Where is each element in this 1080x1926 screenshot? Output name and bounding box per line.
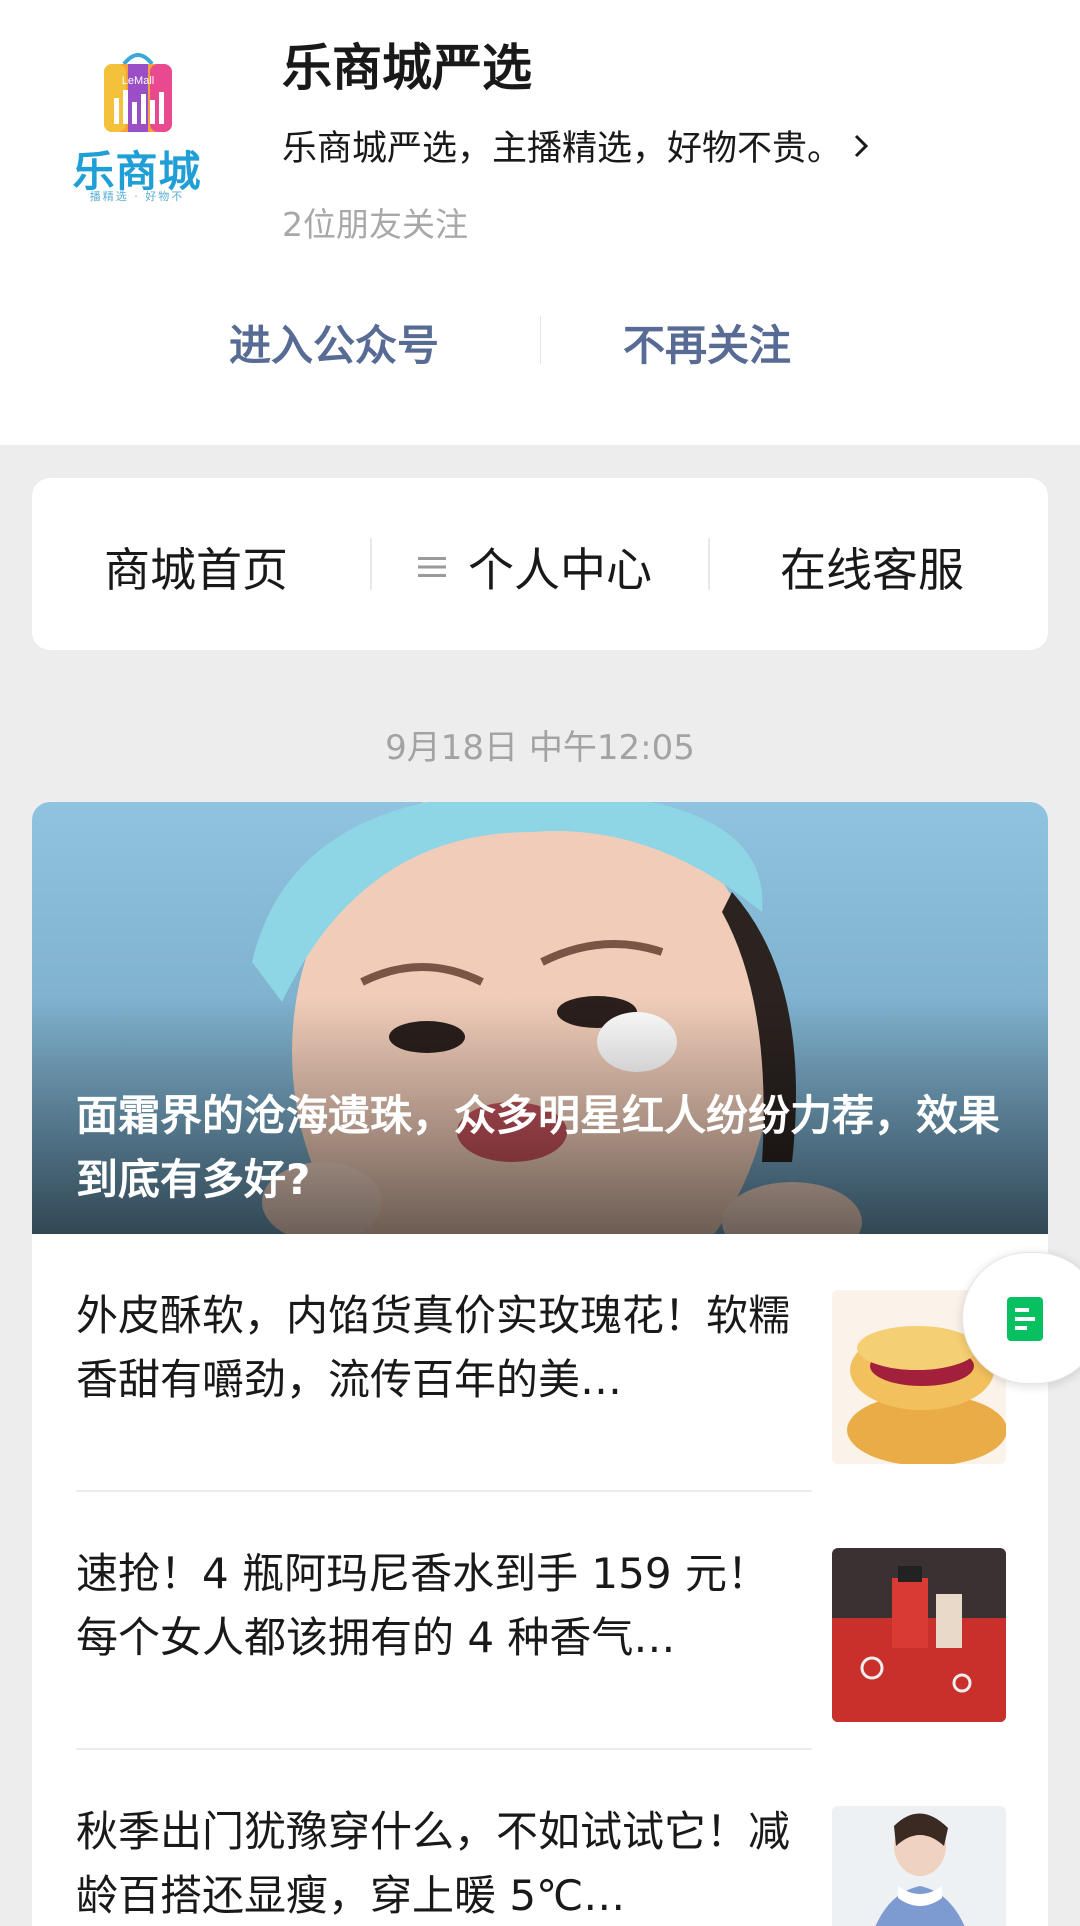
hero-article[interactable]: 面霜界的沧海遗珠，众多明星红人纷纷力荐，效果到底有多好? bbox=[32, 802, 1048, 1234]
menu-item-label: 个人中心 bbox=[468, 543, 652, 597]
account-description-link[interactable]: 乐商城严选，主播精选，好物不贵。 bbox=[282, 120, 870, 171]
account-profile-header: LeMall 乐商城 播精选 · 好物不 乐商城严选 乐商城严选，主播精选，好物… bbox=[0, 0, 1080, 445]
followers-count: 2位朋友关注 bbox=[282, 205, 468, 244]
chevron-right-icon bbox=[854, 134, 869, 157]
article-list-item[interactable]: 外皮酥软，内馅货真价实玫瑰花！软糯香甜有嚼劲，流传百年的美… bbox=[32, 1234, 1048, 1492]
logo-tagline: 播精选 · 好物不 bbox=[89, 190, 185, 203]
account-logo[interactable]: LeMall 乐商城 播精选 · 好物不 bbox=[62, 38, 212, 208]
account-description: 乐商城严选，主播精选，好物不贵。 bbox=[282, 129, 843, 169]
logo-wordmark: LeMall bbox=[122, 75, 154, 87]
article-title: 外皮酥软，内馅货真价实玫瑰花！软糯香甜有嚼劲，流传百年的美… bbox=[76, 1291, 791, 1404]
shopping-bag-logo-icon: LeMall bbox=[104, 53, 172, 132]
article-title: 速抢！4 瓶阿玛尼香水到手 159 元！每个女人都该拥有的 4 种香气… bbox=[76, 1549, 769, 1662]
perfume-gift-thumbnail bbox=[832, 1548, 1006, 1722]
menu-item-mall-home[interactable]: 商城首页 bbox=[104, 534, 288, 600]
menu-divider bbox=[708, 538, 710, 590]
enter-account-button[interactable]: 进入公众号 bbox=[229, 312, 439, 373]
account-menu: 商城首页 个人中心 在线客服 bbox=[32, 478, 1048, 650]
menu-item-label: 商城首页 bbox=[104, 543, 288, 597]
menu-item-personal-center[interactable]: 个人中心 bbox=[418, 534, 652, 600]
menu-item-label: 在线客服 bbox=[780, 543, 964, 597]
reader-doc-icon bbox=[1007, 1297, 1043, 1341]
unfollow-button[interactable]: 不再关注 bbox=[623, 312, 791, 373]
action-divider bbox=[540, 316, 541, 364]
article-list-item[interactable]: 速抢！4 瓶阿玛尼香水到手 159 元！每个女人都该拥有的 4 种香气… bbox=[32, 1492, 1048, 1750]
menu-divider bbox=[370, 538, 372, 590]
menu-item-online-service[interactable]: 在线客服 bbox=[780, 534, 964, 600]
menu-lines-icon bbox=[418, 557, 446, 577]
message-timestamp: 9月18日 中午12:05 bbox=[385, 728, 695, 768]
article-list-item[interactable]: 秋季出门犹豫穿什么，不如试试它！减龄百搭还显瘦，穿上暖 5℃… bbox=[32, 1750, 1048, 1926]
article-card: 面霜界的沧海遗珠，众多明星红人纷纷力荐，效果到底有多好? 外皮酥软，内馅货真价实… bbox=[32, 802, 1048, 1926]
account-name: 乐商城严选 bbox=[282, 39, 532, 97]
hero-article-title: 面霜界的沧海遗珠，众多明星红人纷纷力荐，效果到底有多好? bbox=[76, 1091, 1001, 1204]
article-title: 秋季出门犹豫穿什么，不如试试它！减龄百搭还显瘦，穿上暖 5℃… bbox=[76, 1807, 791, 1920]
sweater-thumbnail bbox=[832, 1806, 1006, 1926]
